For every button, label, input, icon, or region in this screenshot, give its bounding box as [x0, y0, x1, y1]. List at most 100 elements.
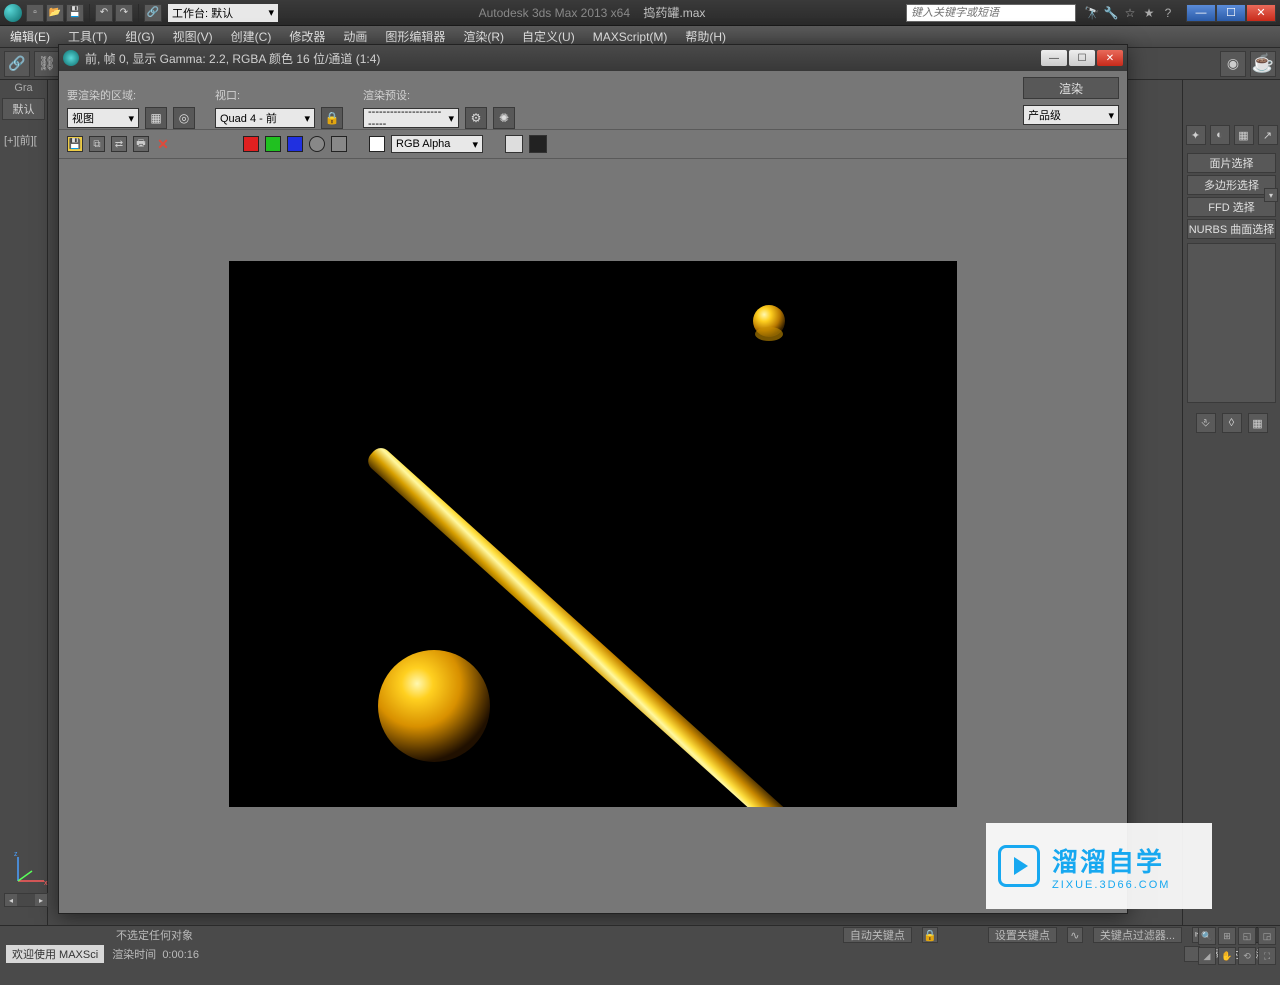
maxscript-listener-tab[interactable]: 欢迎使用 MAXSci: [6, 945, 104, 963]
help-icon[interactable]: ?: [1160, 5, 1176, 21]
modifier-list-arrow[interactable]: ▾: [1264, 188, 1278, 202]
render-close-button[interactable]: ✕: [1097, 50, 1123, 66]
bg-light-toggle[interactable]: [505, 135, 523, 153]
key-filter-button[interactable]: 关键点过滤器...: [1093, 927, 1182, 943]
window-controls: — ☐ ✕: [1186, 4, 1276, 22]
svg-text:x: x: [44, 880, 48, 887]
set-key-button[interactable]: 设置关键点: [988, 927, 1057, 943]
redo-icon[interactable]: ↷: [115, 4, 133, 22]
render-preset-select[interactable]: -------------------------▾: [363, 108, 459, 128]
menu-modifiers[interactable]: 修改器: [289, 28, 325, 45]
search-input[interactable]: [906, 4, 1076, 22]
display-tab-icon[interactable]: ▦: [1234, 125, 1254, 145]
viewport-select[interactable]: Quad 4 - 前▾: [215, 108, 315, 128]
new-file-icon[interactable]: ▫: [26, 4, 44, 22]
open-file-icon[interactable]: 📂: [46, 4, 64, 22]
region-auto-icon[interactable]: ◎: [173, 107, 195, 129]
zoom-extents-all-icon[interactable]: ◲: [1258, 927, 1276, 945]
region-edit-icon[interactable]: ▦: [145, 107, 167, 129]
menu-graph-editors[interactable]: 图形编辑器: [385, 28, 445, 45]
zoom-icon[interactable]: 🔍: [1198, 927, 1216, 945]
save-image-icon[interactable]: 💾: [67, 136, 83, 152]
nurbs-select-button[interactable]: NURBS 曲面选择: [1187, 219, 1276, 239]
key-mode-icon[interactable]: ∿: [1067, 927, 1083, 943]
favorite-icon[interactable]: ★: [1141, 5, 1157, 21]
pin-stack-icon[interactable]: ⎀: [1196, 413, 1216, 433]
maximize-viewport-icon[interactable]: ⛶: [1258, 947, 1276, 965]
app-icon[interactable]: [4, 4, 22, 22]
material-editor-icon[interactable]: ◉: [1220, 51, 1246, 77]
environment-icon[interactable]: ✺: [493, 107, 515, 129]
print-icon[interactable]: 🖶: [133, 136, 149, 152]
zoom-extents-icon[interactable]: ◱: [1238, 927, 1256, 945]
menu-rendering[interactable]: 渲染(R): [463, 28, 504, 45]
link-tool-icon[interactable]: 🔗: [4, 51, 30, 77]
render-setup-icon[interactable]: ⚙: [465, 107, 487, 129]
utilities-tab-icon[interactable]: ↗: [1258, 125, 1278, 145]
modify-tab-icon[interactable]: ◐: [1210, 125, 1230, 145]
green-channel-toggle[interactable]: [265, 136, 281, 152]
close-button[interactable]: ✕: [1246, 4, 1276, 22]
selection-lock-icon[interactable]: 🔒: [922, 927, 938, 943]
viewport-scrollbar[interactable]: ◂ ▸: [4, 893, 48, 907]
modifier-stack[interactable]: [1187, 243, 1276, 403]
ffd-select-button[interactable]: FFD 选择: [1187, 197, 1276, 217]
unlink-tool-icon[interactable]: ⛓: [34, 51, 60, 77]
render-teapot-icon[interactable]: ☕: [1250, 51, 1276, 77]
minimize-button[interactable]: —: [1186, 4, 1216, 22]
patch-select-button[interactable]: 面片选择: [1187, 153, 1276, 173]
production-select[interactable]: 产品级▾: [1023, 105, 1119, 125]
make-unique-icon[interactable]: ▦: [1248, 413, 1268, 433]
menu-edit[interactable]: 编辑(E): [10, 28, 50, 45]
clone-image-icon[interactable]: ⧉: [89, 136, 105, 152]
alpha-channel-toggle[interactable]: [309, 136, 325, 152]
render-maximize-button[interactable]: ☐: [1069, 50, 1095, 66]
menu-group[interactable]: 组(G): [125, 28, 154, 45]
scroll-left-icon[interactable]: ◂: [5, 894, 17, 906]
menu-animation[interactable]: 动画: [343, 28, 367, 45]
area-to-render-select[interactable]: 视图▾: [67, 108, 139, 128]
zoom-all-icon[interactable]: ⊞: [1218, 927, 1236, 945]
link-icon[interactable]: 🔗: [144, 4, 162, 22]
show-result-icon[interactable]: ◊: [1222, 413, 1242, 433]
menu-help[interactable]: 帮助(H): [685, 28, 726, 45]
viewport-label[interactable]: [+][前][: [4, 132, 37, 148]
pan-icon[interactable]: ✋: [1218, 947, 1236, 965]
menu-create[interactable]: 创建(C): [231, 28, 272, 45]
star-icon[interactable]: ☆: [1122, 5, 1138, 21]
wrench-icon[interactable]: 🔧: [1103, 5, 1119, 21]
clear-image-icon[interactable]: ✕: [155, 136, 171, 152]
stack-tools: ⎀ ◊ ▦: [1183, 413, 1280, 433]
mono-channel-toggle[interactable]: [331, 136, 347, 152]
workspace-selector[interactable]: 工作台: 默认▾: [168, 4, 278, 22]
create-tab-icon[interactable]: ✦: [1186, 125, 1206, 145]
scroll-right-icon[interactable]: ▸: [35, 894, 47, 906]
blue-channel-toggle[interactable]: [287, 136, 303, 152]
menu-customize[interactable]: 自定义(U): [522, 28, 575, 45]
menu-tools[interactable]: 工具(T): [68, 28, 107, 45]
red-channel-toggle[interactable]: [243, 136, 259, 152]
render-button[interactable]: 渲染: [1023, 77, 1119, 99]
color-swatch[interactable]: [369, 136, 385, 152]
save-file-icon[interactable]: 💾: [66, 4, 84, 22]
default-tab[interactable]: 默认: [2, 98, 45, 120]
binoculars-icon[interactable]: 🔭: [1084, 5, 1100, 21]
channel-select[interactable]: RGB Alpha▾: [391, 135, 483, 153]
menu-views[interactable]: 视图(V): [173, 28, 213, 45]
compare-icon[interactable]: ⇄: [111, 136, 127, 152]
fov-icon[interactable]: ◢: [1198, 947, 1216, 965]
render-window-icon: [63, 50, 79, 66]
render-titlebar[interactable]: 前, 帧 0, 显示 Gamma: 2.2, RGBA 颜色 16 位/通道 (…: [59, 45, 1127, 71]
orbit-icon[interactable]: ⟲: [1238, 947, 1256, 965]
bg-dark-toggle[interactable]: [529, 135, 547, 153]
render-minimize-button[interactable]: —: [1041, 50, 1067, 66]
poly-select-button[interactable]: 多边形选择: [1187, 175, 1276, 195]
maximize-button[interactable]: ☐: [1216, 4, 1246, 22]
lock-viewport-icon[interactable]: 🔒: [321, 107, 343, 129]
app-title: Autodesk 3ds Max 2013 x64 捣药罐.max: [278, 4, 906, 21]
rendered-image[interactable]: [229, 261, 957, 807]
menu-maxscript[interactable]: MAXScript(M): [593, 30, 668, 44]
auto-key-button[interactable]: 自动关键点: [843, 927, 912, 943]
undo-icon[interactable]: ↶: [95, 4, 113, 22]
left-command-panel: Gra 默认: [0, 80, 48, 925]
